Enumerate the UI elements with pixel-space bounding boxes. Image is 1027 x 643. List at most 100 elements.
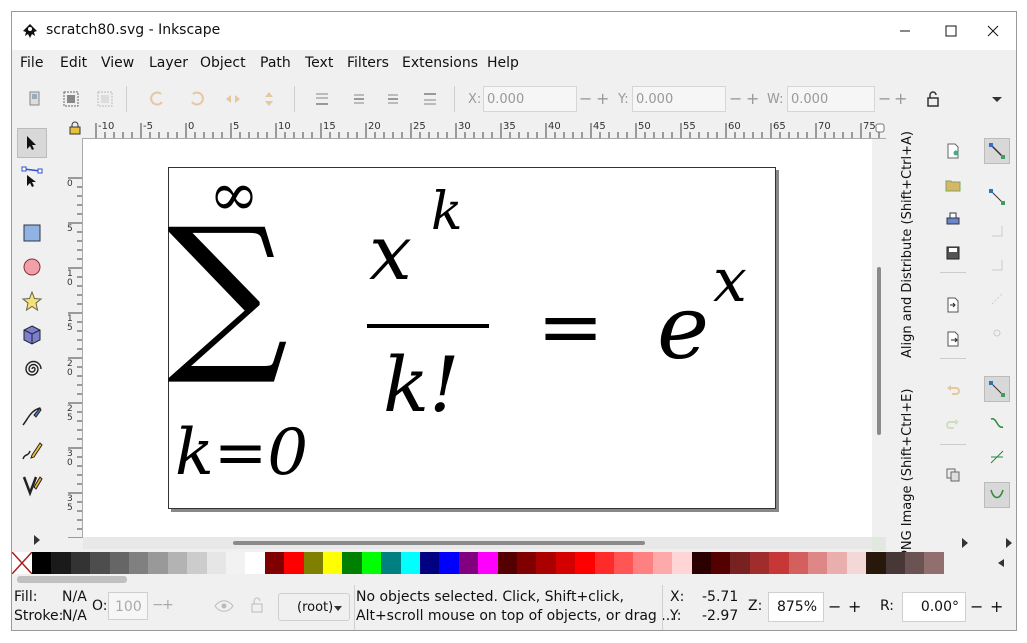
palette-swatch[interactable] xyxy=(711,552,731,574)
palette-swatch[interactable] xyxy=(342,552,363,574)
snap-nodes-button[interactable] xyxy=(984,376,1010,402)
undo-button[interactable] xyxy=(940,378,966,404)
spiral-tool[interactable] xyxy=(17,354,47,384)
opacity-increment[interactable]: + xyxy=(162,597,174,613)
palette-swatch[interactable] xyxy=(749,552,770,574)
menu-edit[interactable]: Edit xyxy=(60,55,87,71)
palette-swatch[interactable] xyxy=(827,552,848,574)
stroke-value[interactable]: N/A xyxy=(62,608,87,624)
palette-swatch[interactable] xyxy=(129,552,149,574)
palette-swatch[interactable] xyxy=(284,552,305,574)
snap-bbox-button[interactable] xyxy=(984,184,1010,210)
palette-swatch[interactable] xyxy=(808,552,828,574)
document-page[interactable]: ∞ ∑ k=0 x k k! = e x xyxy=(167,160,776,509)
palette-swatch[interactable] xyxy=(905,552,925,574)
menu-text[interactable]: Text xyxy=(305,55,333,71)
palette-swatch[interactable] xyxy=(672,552,693,574)
y-increment[interactable]: + xyxy=(746,89,759,108)
palette-swatch[interactable] xyxy=(206,552,227,574)
menu-file[interactable]: File xyxy=(20,55,43,71)
star-tool[interactable] xyxy=(17,286,47,316)
select-all-layers-icon[interactable] xyxy=(62,90,80,108)
minimize-button[interactable] xyxy=(882,12,928,50)
palette-swatch[interactable] xyxy=(167,552,188,574)
no-paint-swatch[interactable] xyxy=(12,552,32,574)
drawing-canvas[interactable]: ∞ ∑ k=0 x k k! = e x xyxy=(83,139,872,537)
palette-swatch[interactable] xyxy=(245,552,266,574)
rhs-exponent[interactable]: x xyxy=(713,246,747,316)
rotate-cw-icon[interactable] xyxy=(188,90,206,108)
snap-intersections-button[interactable] xyxy=(984,444,1010,470)
x-increment[interactable]: + xyxy=(596,89,609,108)
layer-visibility-icon[interactable] xyxy=(214,599,234,613)
selector-tool[interactable] xyxy=(17,128,47,158)
rotate-ccw-icon[interactable] xyxy=(148,90,166,108)
palette-swatch[interactable] xyxy=(264,552,285,574)
palette-swatch[interactable] xyxy=(575,552,596,574)
snap-cusp-nodes-button[interactable] xyxy=(984,482,1010,508)
maximize-button[interactable] xyxy=(928,12,974,50)
menu-extensions[interactable]: Extensions xyxy=(402,55,478,71)
deselect-icon[interactable] xyxy=(96,90,114,108)
palette-swatch[interactable] xyxy=(439,552,460,574)
palette-swatch[interactable] xyxy=(32,552,52,574)
new-document-button[interactable] xyxy=(940,138,966,164)
snap-toggle-button[interactable] xyxy=(984,138,1010,164)
opacity-input[interactable]: 100 xyxy=(108,592,148,620)
lock-icon[interactable] xyxy=(924,90,942,108)
export-button[interactable] xyxy=(940,326,966,352)
palette-swatch[interactable] xyxy=(90,552,111,574)
rhs-base[interactable]: e xyxy=(657,276,709,379)
toolbox-expand-icon[interactable] xyxy=(32,534,42,546)
rotation-input[interactable]: 0.00° xyxy=(902,592,966,622)
menu-help[interactable]: Help xyxy=(487,55,519,71)
palette-swatch[interactable] xyxy=(730,552,751,574)
palette-swatch[interactable] xyxy=(769,552,790,574)
palette-swatch[interactable] xyxy=(846,552,867,574)
palette-swatch[interactable] xyxy=(323,552,343,574)
equals-sign[interactable]: = xyxy=(537,280,604,373)
sigma-symbol[interactable]: ∑ xyxy=(167,206,288,376)
palette-swatch[interactable] xyxy=(400,552,421,574)
menu-view[interactable]: View xyxy=(101,55,134,71)
palette-swatch[interactable] xyxy=(478,552,499,574)
flip-horizontal-icon[interactable] xyxy=(224,90,242,108)
palette-swatch[interactable] xyxy=(633,552,654,574)
x-decrement[interactable]: − xyxy=(579,89,592,108)
palette-swatch[interactable] xyxy=(691,552,712,574)
menu-layer[interactable]: Layer xyxy=(149,55,188,71)
palette-swatch[interactable] xyxy=(517,552,537,574)
tab-align-distribute[interactable]: Align and Distribute (Shift+Ctrl+A) xyxy=(900,128,922,358)
zoom-increment[interactable]: + xyxy=(848,597,861,616)
palette-swatch[interactable] xyxy=(109,552,130,574)
palette-swatch[interactable] xyxy=(70,552,91,574)
palette-swatch[interactable] xyxy=(866,552,887,574)
select-all-icon[interactable] xyxy=(26,90,44,108)
palette-swatch[interactable] xyxy=(303,552,324,574)
commands-expand-icon[interactable] xyxy=(960,537,970,549)
palette-swatch[interactable] xyxy=(361,552,382,574)
y-decrement[interactable]: − xyxy=(729,89,742,108)
snap-expand-icon[interactable] xyxy=(1004,537,1014,549)
3d-box-tool[interactable] xyxy=(17,320,47,350)
snap-paths-button[interactable] xyxy=(984,410,1010,436)
print-button[interactable] xyxy=(940,206,966,232)
palette-swatch[interactable] xyxy=(652,552,673,574)
pencil-tool[interactable] xyxy=(17,436,47,466)
rotation-decrement[interactable]: − xyxy=(970,597,983,616)
node-tool[interactable] xyxy=(17,162,47,192)
palette-swatch[interactable] xyxy=(924,552,945,574)
toolbar-overflow-icon[interactable] xyxy=(988,90,1006,108)
w-input[interactable]: 0.000 xyxy=(787,86,875,112)
vertical-ruler[interactable]: 0510152025303540 xyxy=(66,138,83,538)
save-button[interactable] xyxy=(940,240,966,266)
palette-swatch[interactable] xyxy=(226,552,246,574)
menu-object[interactable]: Object xyxy=(200,55,246,71)
palette-menu-icon[interactable] xyxy=(996,558,1006,568)
rotation-increment[interactable]: + xyxy=(990,597,1003,616)
pen-tool[interactable] xyxy=(17,402,47,432)
horizontal-scrollbar[interactable] xyxy=(83,537,872,549)
open-document-button[interactable] xyxy=(940,172,966,198)
fill-value[interactable]: N/A xyxy=(62,589,87,605)
numerator-exponent[interactable]: k xyxy=(431,182,463,242)
